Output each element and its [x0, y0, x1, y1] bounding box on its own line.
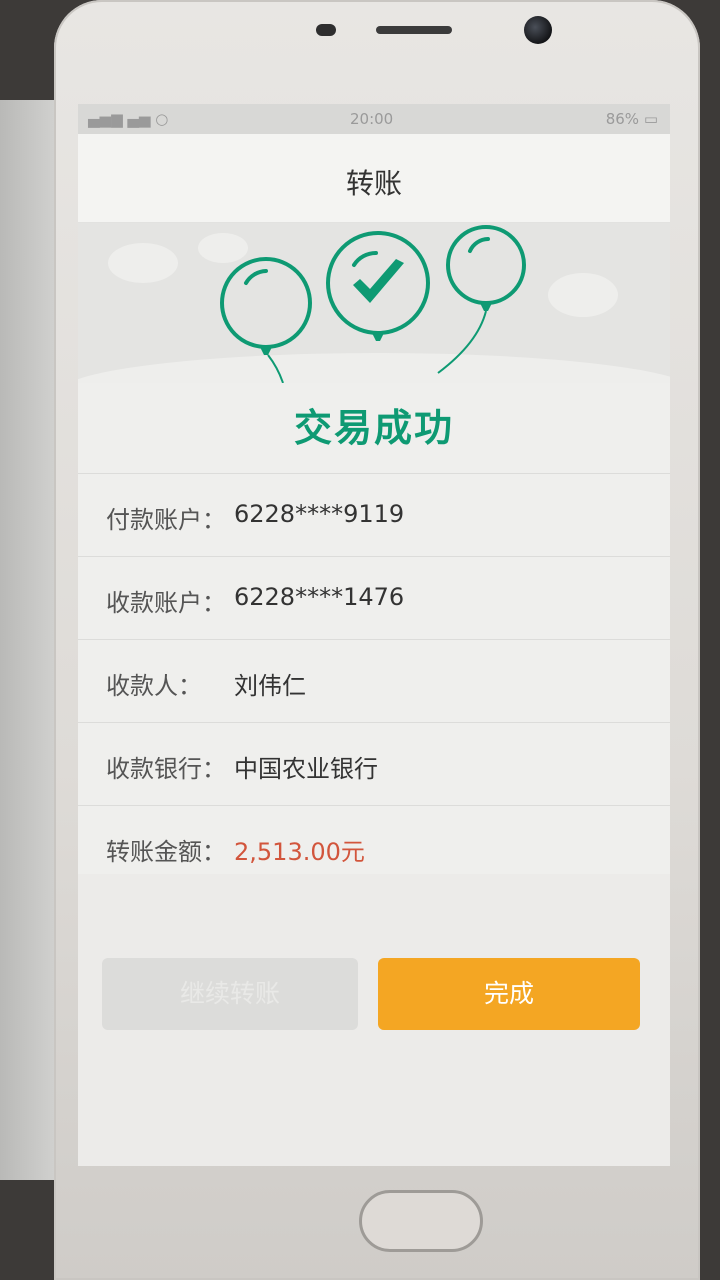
nav-bar: 转账	[78, 134, 670, 223]
detail-label: 转账金额：	[106, 838, 226, 866]
detail-row-payer-account: 付款账户： 6228****9119	[78, 474, 670, 557]
proximity-sensor	[316, 24, 336, 36]
detail-row-payee-bank: 收款银行： 中国农业银行	[78, 723, 670, 806]
result-section: 交易成功	[78, 383, 670, 474]
signal-indicator: ▄▅▆ ▄▅ ○	[88, 110, 169, 128]
detail-value: 中国农业银行	[234, 755, 378, 783]
status-time: 20:00	[350, 110, 394, 128]
detail-label: 收款账户：	[106, 589, 226, 617]
balloon-icon	[437, 225, 526, 374]
balloon-icon	[220, 257, 312, 383]
detail-value: 6228****9119	[234, 500, 405, 528]
phone-screen: ▄▅▆ ▄▅ ○ 20:00 86% ▭ 转账 交易成功 付款账户： 6228*…	[78, 104, 670, 1166]
status-bar: ▄▅▆ ▄▅ ○ 20:00 86% ▭	[78, 104, 670, 134]
battery-indicator: 86% ▭	[606, 110, 658, 128]
front-camera	[524, 16, 552, 44]
balloons-illustration	[220, 225, 526, 383]
earpiece-speaker	[376, 26, 452, 34]
page-title: 转账	[345, 167, 402, 200]
success-title: 交易成功	[293, 406, 454, 450]
detail-label: 收款人：	[106, 672, 202, 700]
battery-text: 86%	[605, 110, 640, 128]
check-icon	[326, 231, 430, 341]
detail-row-payee-name: 收款人： 刘伟仁	[78, 640, 670, 723]
detail-label: 收款银行：	[106, 755, 226, 783]
detail-value: 刘伟仁	[234, 672, 306, 700]
battery-icon: ▭	[643, 110, 658, 128]
success-banner	[78, 223, 670, 433]
done-button[interactable]: 完成	[378, 958, 640, 1030]
detail-value: 6228****1476	[234, 583, 405, 611]
home-button[interactable]	[359, 1190, 483, 1252]
transfer-amount: 2,513.00元	[234, 838, 365, 866]
continue-transfer-button[interactable]: 继续转账	[102, 958, 358, 1030]
action-area: 继续转账 完成	[78, 874, 670, 1166]
transfer-details: 付款账户： 6228****9119 收款账户： 6228****1476 收款…	[78, 474, 670, 889]
detail-label: 付款账户：	[106, 506, 226, 534]
detail-row-payee-account: 收款账户： 6228****1476	[78, 557, 670, 640]
